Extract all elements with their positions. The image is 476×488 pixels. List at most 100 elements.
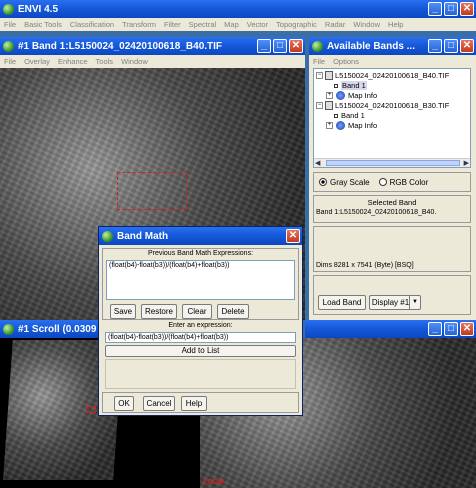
restore-button[interactable]: Restore <box>141 304 177 319</box>
close-button[interactable]: ✕ <box>460 322 474 336</box>
globe-icon <box>3 40 14 52</box>
tree-band-label: Band 1 <box>341 111 365 120</box>
menu-tools[interactable]: Tools <box>96 57 114 66</box>
envi-main-menubar: File Basic Tools Classification Transfor… <box>0 18 476 31</box>
collapse-icon[interactable]: − <box>316 102 323 109</box>
zoom-box[interactable] <box>117 172 187 210</box>
tree-file-2-label: L5150024_02420100618_B30.TIF <box>335 101 450 110</box>
display-dropdown-arrow[interactable]: ▼ <box>409 295 421 310</box>
menu-file[interactable]: File <box>4 20 16 29</box>
band-window-title: #1 Band 1:L5150024_02420100618_B40.TIF <box>18 40 223 52</box>
menu-map[interactable]: Map <box>224 20 239 29</box>
rgb-color-radio[interactable]: RGB Color <box>378 178 428 187</box>
available-bands-body: − L5150024_02420100618_B40.TIF Band 1 + … <box>309 68 476 320</box>
available-bands-title: Available Bands ... <box>327 40 415 52</box>
available-bands-menubar: File Options <box>309 55 476 68</box>
gray-scale-label: Gray Scale <box>330 177 370 187</box>
menu-enhance[interactable]: Enhance <box>58 57 88 66</box>
tree-band-label: Band 1 <box>341 81 367 90</box>
dims-value: Dims 8281 x 7541 (Byte) [BSQ] <box>316 262 414 269</box>
radio-selected-icon <box>319 178 327 186</box>
band-math-spacer <box>105 359 296 389</box>
maximize-button[interactable]: □ <box>444 2 458 16</box>
help-button[interactable]: Help <box>181 396 207 411</box>
selected-band-group: Selected Band Band 1:L5150024_0242010061… <box>313 195 471 223</box>
menu-file[interactable]: File <box>313 57 325 66</box>
band-tree[interactable]: − L5150024_02420100618_B40.TIF Band 1 + … <box>313 68 471 168</box>
radio-empty-icon <box>378 178 387 186</box>
available-bands-titlebar[interactable]: Available Bands ... _ □ ✕ <box>309 37 476 55</box>
map-globe-icon <box>336 121 345 130</box>
menu-transform[interactable]: Transform <box>122 20 156 29</box>
menu-basic-tools[interactable]: Basic Tools <box>24 20 62 29</box>
expand-icon[interactable]: + <box>326 92 333 99</box>
scroll-thumb[interactable] <box>326 160 460 166</box>
selected-band-heading: Selected Band <box>367 198 417 207</box>
add-to-list-button[interactable]: Add to List <box>105 345 296 357</box>
band-window-menubar: File Overlay Enhance Tools Window <box>0 55 305 68</box>
minimize-button[interactable]: _ <box>428 322 442 336</box>
menu-topographic[interactable]: Topographic <box>276 20 317 29</box>
scroll-window-marker <box>86 406 96 413</box>
close-button[interactable]: ✕ <box>460 39 474 53</box>
gray-scale-radio[interactable]: Gray Scale <box>319 178 370 187</box>
expand-icon[interactable]: + <box>326 122 333 129</box>
tree-band-2a[interactable]: Band 1 <box>334 111 365 120</box>
previous-expressions-list[interactable]: (float(b4)-float(b3))/(float(b4)+float(b… <box>106 260 295 300</box>
maximize-button[interactable]: □ <box>444 39 458 53</box>
maximize-button[interactable]: □ <box>444 322 458 336</box>
previous-expressions-group: Previous Band Math Expressions: (float(b… <box>102 248 299 320</box>
tree-file-1[interactable]: − L5150024_02420100618_B40.TIF <box>316 71 449 80</box>
tree-mapinfo-label: Map Info <box>348 91 378 100</box>
menu-filter[interactable]: Filter <box>164 20 181 29</box>
close-button[interactable]: ✕ <box>460 2 474 16</box>
file-icon <box>325 101 333 110</box>
scroll-left-icon[interactable]: ◀ <box>315 159 320 167</box>
tree-hscrollbar[interactable]: ◀ ▶ <box>314 158 470 167</box>
dims-box: Dims 8281 x 7541 (Byte) [BSQ] <box>313 226 471 272</box>
tree-band-1a[interactable]: Band 1 <box>334 81 367 90</box>
cancel-button[interactable]: Cancel <box>143 396 175 411</box>
band-math-titlebar[interactable]: Band Math ✕ <box>99 227 302 245</box>
zoom-window-titlebar[interactable]: _ □ ✕ <box>305 320 476 338</box>
envi-main-titlebar[interactable]: ENVI 4.5 _ □ ✕ <box>0 0 476 18</box>
load-band-button[interactable]: Load Band <box>318 295 366 310</box>
menu-classification[interactable]: Classification <box>70 20 114 29</box>
expression-input[interactable]: (float(b4)-float(b3))/(float(b4)+float(b… <box>105 332 296 343</box>
menu-window[interactable]: Window <box>353 20 380 29</box>
minimize-button[interactable]: _ <box>428 39 442 53</box>
ok-button[interactable]: OK <box>114 396 134 411</box>
menu-radar[interactable]: Radar <box>325 20 345 29</box>
menu-help[interactable]: Help <box>388 20 403 29</box>
map-globe-icon <box>336 91 345 100</box>
zoom-label: ZOOM <box>203 479 224 486</box>
menu-options[interactable]: Options <box>333 57 359 66</box>
collapse-icon[interactable]: − <box>316 72 323 79</box>
maximize-button[interactable]: □ <box>273 39 287 53</box>
display-dropdown-label[interactable]: Display #1 <box>369 295 411 310</box>
scroll-right-icon[interactable]: ▶ <box>464 159 469 167</box>
globe-icon <box>312 40 323 52</box>
menu-window[interactable]: Window <box>121 57 148 66</box>
delete-button[interactable]: Delete <box>217 304 249 319</box>
menu-overlay[interactable]: Overlay <box>24 57 50 66</box>
color-mode-group: Gray Scale RGB Color <box>313 172 471 192</box>
minimize-button[interactable]: _ <box>428 2 442 16</box>
tree-mapinfo-label: Map Info <box>348 121 378 130</box>
tree-file-2[interactable]: − L5150024_02420100618_B30.TIF <box>316 101 449 110</box>
clear-button[interactable]: Clear <box>182 304 212 319</box>
save-button[interactable]: Save <box>110 304 136 319</box>
tree-mapinfo-2[interactable]: + Map Info <box>326 121 377 130</box>
globe-icon <box>3 323 14 335</box>
band-math-title: Band Math <box>117 230 169 242</box>
menu-vector[interactable]: Vector <box>247 20 268 29</box>
envi-globe-icon <box>3 3 14 15</box>
band-window-titlebar[interactable]: #1 Band 1:L5150024_02420100618_B40.TIF _… <box>0 37 305 55</box>
close-button[interactable]: ✕ <box>286 229 300 243</box>
tree-mapinfo-1[interactable]: + Map Info <box>326 91 377 100</box>
close-button[interactable]: ✕ <box>289 39 303 53</box>
minimize-button[interactable]: _ <box>257 39 271 53</box>
menu-file[interactable]: File <box>4 57 16 66</box>
menu-spectral[interactable]: Spectral <box>189 20 217 29</box>
previous-expressions-label: Previous Band Math Expressions: <box>147 250 254 257</box>
